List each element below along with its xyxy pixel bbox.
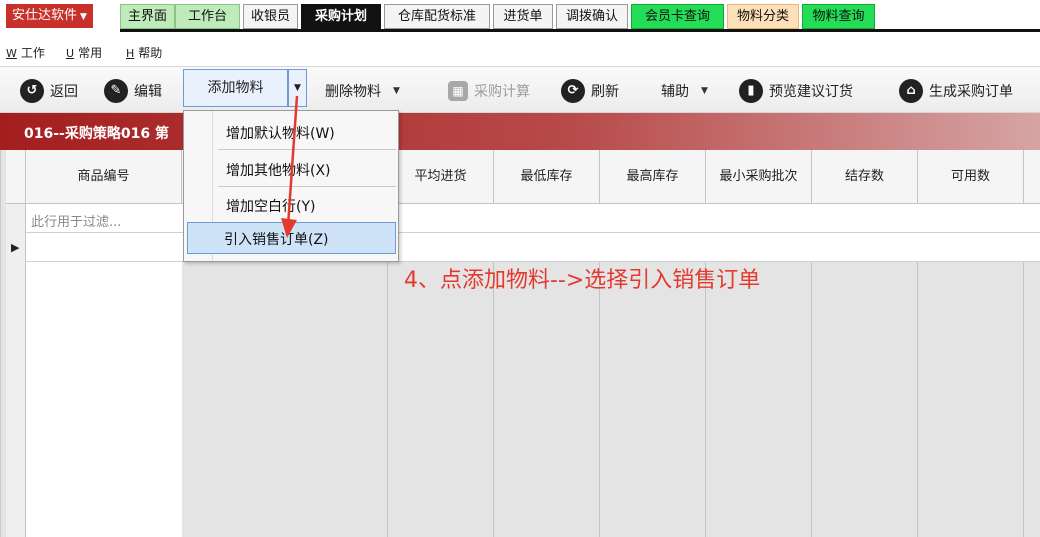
menu-item-add-default[interactable]: 增加默认物料(W) [226,123,335,143]
row-header-corner [6,150,26,204]
menu-separator [218,186,396,187]
tab-member-card[interactable]: 会员卡查询 [631,4,724,29]
brand-label: 安仕达软件 [12,8,78,23]
toolbar: ↺ 返回 ✎ 编辑 删除物料 ▼ ▦ 采购计算 ⟳ 刷新 辅助 ▼ ▮ 预览建议订货 ⌂ 生成采… [0,66,1040,113]
column-header-product-code[interactable]: 商品编号 [26,150,182,204]
assist-button[interactable]: 辅助 ▼ [661,67,708,114]
generate-po-button[interactable]: ⌂ 生成采购订单 [899,67,1013,114]
add-material-dropdown-toggle[interactable]: ▼ [288,69,307,107]
chevron-down-icon: ▼ [80,12,87,22]
brand-menu-button[interactable]: 安仕达软件 ▼ [6,4,93,28]
order-icon: ⌂ [899,78,923,103]
back-button[interactable]: ↺ 返回 [20,67,78,114]
calculator-icon: ▦ [448,80,468,101]
add-material-menu: 增加默认物料(W) 增加其他物料(X) 增加空白行(Y) 引入销售订单(Z) [183,110,399,262]
menu-bar: W 工作 U 常用 H 帮助 [0,40,1040,62]
column-header-balance[interactable]: 结存数 [812,150,918,204]
menu-item-add-other[interactable]: 增加其他物料(X) [226,160,331,180]
column-header-overflow [1024,150,1040,204]
delete-material-button[interactable]: 删除物料 ▼ [325,67,400,114]
tab-transfer-confirm[interactable]: 调拨确认 [556,4,628,29]
back-icon: ↺ [20,78,44,103]
purchase-calc-button[interactable]: ▦ 采购计算 [448,67,530,114]
menu-separator [218,149,396,150]
annotation-instruction: 4、点添加物料-->选择引入销售订单 [404,268,761,293]
tab-workbench[interactable]: 工作台 [175,4,240,29]
column-header-max-stock[interactable]: 最高库存 [600,150,706,204]
tab-underline [120,29,1040,32]
chevron-down-icon: ▼ [294,83,301,93]
menu-help[interactable]: H 帮助 [126,44,162,61]
tab-material-category[interactable]: 物料分类 [727,4,799,29]
plan-title: 016--采购策略016 第 [24,126,169,142]
tab-warehouse-standard[interactable]: 仓库配货标准 [384,4,490,29]
product-code-column-body [26,262,182,537]
menu-item-import-sales-order-label: 引入销售订单(Z) [224,232,329,248]
refresh-icon: ⟳ [561,78,585,103]
top-tab-bar: 安仕达软件 ▼ 主界面 工作台 收银员 采购计划 仓库配货标准 进货单 调拨确认 … [0,0,1040,34]
current-row-arrow-icon: ▶ [11,241,20,254]
filter-placeholder: 此行用于过滤... [31,215,122,230]
menu-work[interactable]: W 工作 [6,44,45,61]
column-header-available[interactable]: 可用数 [918,150,1024,204]
column-header-min-batch[interactable]: 最小采购批次 [706,150,812,204]
refresh-button[interactable]: ⟳ 刷新 [561,67,619,114]
plan-title-band: 016--采购策略016 第 [0,113,1040,150]
add-material-button[interactable]: 添加物料 [183,69,288,107]
row-header-column [6,150,26,537]
table-row[interactable] [26,233,1040,262]
menu-common[interactable]: U 常用 [66,44,102,61]
edit-button[interactable]: ✎ 编辑 [104,67,162,114]
chevron-down-icon: ▼ [701,85,708,96]
edit-pencil-icon: ✎ [104,78,128,103]
tab-main[interactable]: 主界面 [120,4,175,29]
tab-receipt[interactable]: 进货单 [493,4,553,29]
column-header-avg-purchase[interactable]: 平均进货 [388,150,494,204]
preview-suggest-button[interactable]: ▮ 预览建议订货 [739,67,853,114]
tab-material-query[interactable]: 物料查询 [802,4,875,29]
preview-icon: ▮ [739,78,763,103]
data-grid: 商品编号 平均进货 最低库存 最高库存 最小采购批次 结存数 可用数 此行用于过… [0,150,1040,537]
filter-row[interactable] [26,204,1040,233]
tab-cashier[interactable]: 收银员 [243,4,298,29]
column-header-min-stock[interactable]: 最低库存 [494,150,600,204]
tab-purchase-plan[interactable]: 采购计划 [301,4,381,29]
menu-item-add-blank-row[interactable]: 增加空白行(Y) [226,196,315,216]
chevron-down-icon: ▼ [393,85,400,96]
